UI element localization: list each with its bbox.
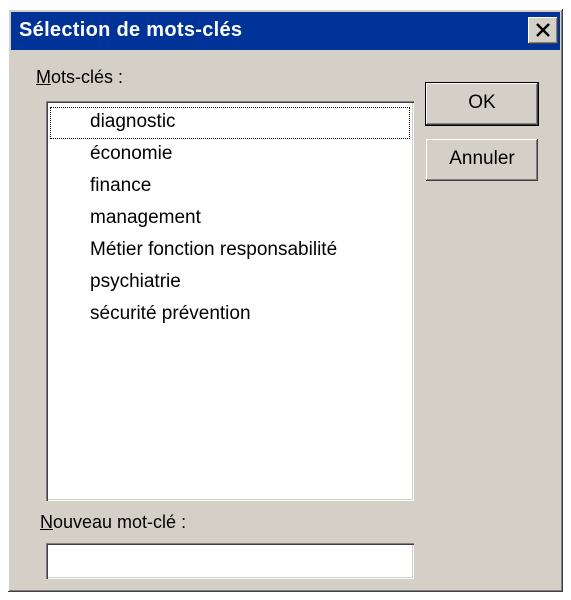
title-bar[interactable]: Sélection de mots-clés bbox=[11, 12, 560, 50]
list-item[interactable]: diagnostic bbox=[50, 107, 410, 139]
list-item[interactable]: Métier fonction responsabilité bbox=[50, 235, 410, 267]
list-item[interactable]: économie bbox=[50, 139, 410, 171]
keywords-label: Mots-clés : bbox=[36, 67, 124, 87]
keyword-selection-dialog: Sélection de mots-clés Mots-clés : diagn… bbox=[8, 9, 563, 592]
list-item[interactable]: sécurité prévention bbox=[50, 299, 410, 331]
keywords-listbox[interactable]: diagnostic économie finance management M… bbox=[46, 101, 414, 501]
list-item[interactable]: management bbox=[50, 203, 410, 235]
new-keyword-input[interactable] bbox=[46, 543, 414, 579]
ok-button[interactable]: OK bbox=[426, 83, 538, 125]
list-item[interactable]: psychiatrie bbox=[50, 267, 410, 299]
dialog-title: Sélection de mots-clés bbox=[19, 19, 243, 41]
list-item[interactable]: finance bbox=[50, 171, 410, 203]
new-keyword-label: Nouveau mot-clé : bbox=[40, 512, 187, 532]
close-button[interactable] bbox=[528, 17, 558, 44]
cancel-button[interactable]: Annuler bbox=[426, 139, 538, 181]
close-icon bbox=[536, 23, 550, 37]
